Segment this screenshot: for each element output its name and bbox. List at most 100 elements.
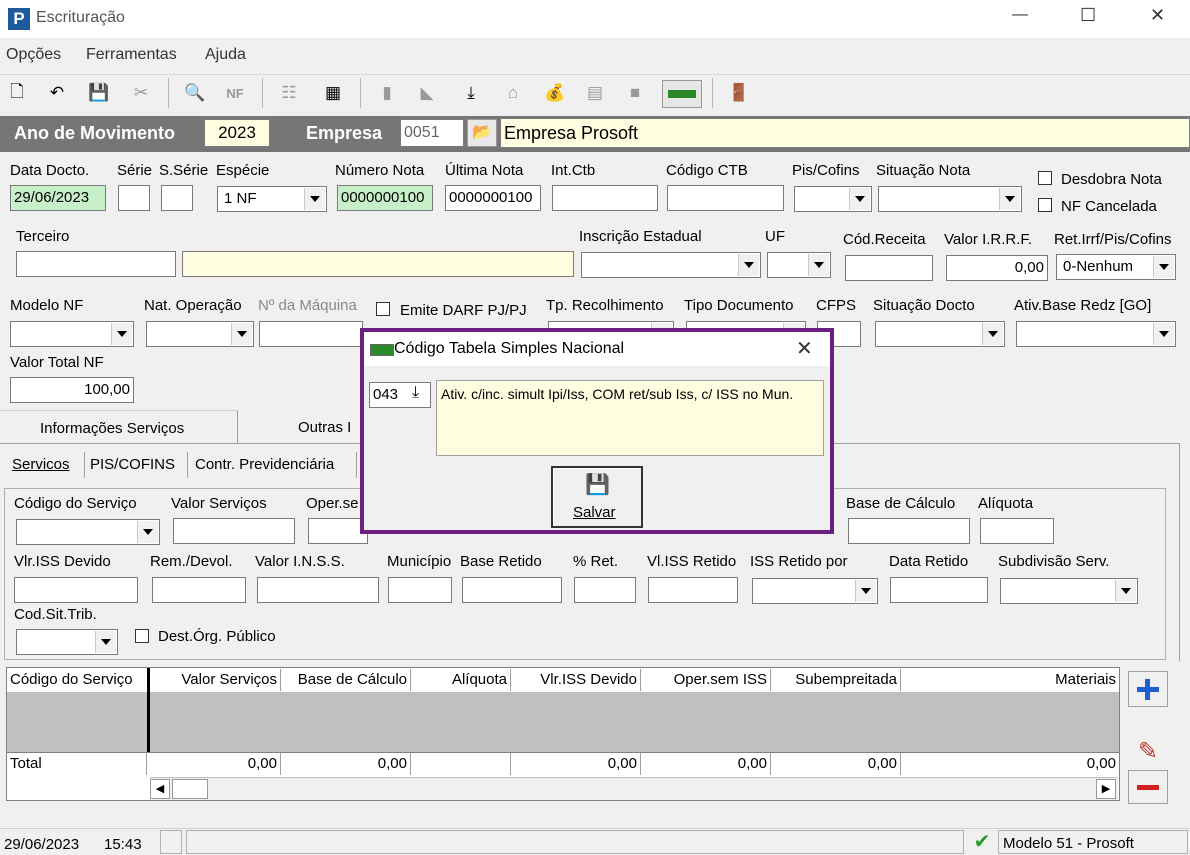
close-button[interactable]: ✕: [1150, 5, 1165, 26]
pis-cofins-select[interactable]: [794, 186, 872, 212]
int-ctb-field[interactable]: [552, 185, 658, 211]
uf-select[interactable]: [767, 252, 831, 278]
grid-col-vlr-iss-devido[interactable]: Vlr.ISS Devido: [511, 669, 641, 691]
grid-hscrollbar[interactable]: ◀ ▶: [150, 777, 1118, 800]
valor-inss-field[interactable]: [257, 577, 379, 603]
oper-sem-iss-field[interactable]: [308, 518, 368, 544]
chevron-down-icon[interactable]: [1153, 323, 1174, 345]
download-arrow-icon[interactable]: ⤓: [412, 384, 419, 402]
grid-col-base-calculo[interactable]: Base de Cálculo: [281, 669, 411, 691]
empresa-name-field[interactable]: Empresa Prosoft: [500, 118, 1190, 148]
doc2-icon[interactable]: ◣: [414, 78, 440, 108]
rem-devol-field[interactable]: [152, 577, 246, 603]
simples-icon[interactable]: [662, 80, 702, 108]
dialog-close-button[interactable]: ✕: [796, 336, 813, 361]
grid-icon[interactable]: ▤: [582, 78, 608, 108]
ano-field[interactable]: 2023: [204, 119, 270, 147]
nat-operacao-select[interactable]: [146, 321, 254, 347]
base-retido-field[interactable]: [462, 577, 562, 603]
chevron-down-icon[interactable]: [849, 188, 870, 210]
data-retido-field[interactable]: [890, 577, 988, 603]
house-icon[interactable]: ⌂: [500, 78, 526, 108]
subtab-contr-previdenciaria[interactable]: Contr. Previdenciária: [195, 456, 334, 473]
aliquota-field[interactable]: [980, 518, 1054, 544]
valor-servicos-field[interactable]: [173, 518, 295, 544]
calculator-icon[interactable]: ▦: [320, 78, 346, 108]
cod-receita-field[interactable]: [845, 255, 933, 281]
scroll-right-icon[interactable]: ▶: [1096, 779, 1116, 799]
grid-col-codigo-servico[interactable]: Código do Serviço: [7, 669, 149, 691]
save-icon[interactable]: 💾: [86, 78, 112, 108]
chevron-down-icon[interactable]: [95, 631, 116, 653]
remove-row-button[interactable]: [1128, 770, 1168, 804]
scroll-left-icon[interactable]: ◀: [150, 779, 170, 799]
dialog-code-field[interactable]: 043 ⤓: [369, 382, 431, 408]
numero-nota-field[interactable]: 0000000100: [337, 185, 433, 211]
subtab-servicos[interactable]: Servicos: [12, 456, 70, 473]
exit-icon[interactable]: 🚪: [726, 78, 752, 108]
chevron-down-icon[interactable]: [982, 323, 1003, 345]
inscricao-estadual-select[interactable]: [581, 252, 761, 278]
dest-org-publico-checkbox[interactable]: [135, 629, 149, 643]
menu-ferramentas[interactable]: Ferramentas: [86, 46, 177, 64]
situacao-docto-select[interactable]: [875, 321, 1005, 347]
menu-ajuda[interactable]: Ajuda: [205, 46, 246, 64]
modelo-nf-select[interactable]: [10, 321, 134, 347]
municipio-field[interactable]: [388, 577, 452, 603]
chevron-down-icon[interactable]: [808, 254, 829, 276]
chevron-down-icon[interactable]: [137, 521, 158, 543]
dialog-save-button[interactable]: 💾 Salvar: [551, 466, 643, 528]
empresa-code-field[interactable]: 0051: [400, 119, 464, 147]
base-calculo-field[interactable]: [848, 518, 970, 544]
grid-col-oper-sem-iss[interactable]: Oper.sem ISS: [641, 669, 771, 691]
sserie-field[interactable]: [161, 185, 193, 211]
new-doc-icon[interactable]: 🗋: [4, 78, 30, 108]
chevron-down-icon[interactable]: [999, 188, 1020, 210]
valor-irrf-field[interactable]: 0,00: [946, 255, 1048, 281]
terceiro-code-field[interactable]: [16, 251, 176, 277]
tree-icon[interactable]: ☷: [276, 78, 302, 108]
minimize-button[interactable]: —: [1012, 6, 1028, 24]
edit-row-button[interactable]: ✎: [1128, 736, 1168, 770]
valor-total-nf-field[interactable]: 100,00: [10, 377, 134, 403]
add-row-button[interactable]: [1128, 671, 1168, 707]
preview-icon[interactable]: 🔍: [182, 78, 208, 108]
menu-opcoes[interactable]: Opções: [6, 46, 61, 64]
pct-ret-field[interactable]: [574, 577, 636, 603]
chevron-down-icon[interactable]: [111, 323, 132, 345]
emite-darf-checkbox[interactable]: [376, 302, 390, 316]
chevron-down-icon[interactable]: [855, 580, 876, 602]
grid-col-subempreitada[interactable]: Subempreitada: [771, 669, 901, 691]
codigo-ctb-field[interactable]: [667, 185, 784, 211]
cod-sit-trib-select[interactable]: [16, 629, 118, 655]
subdivisao-serv-select[interactable]: [1000, 578, 1138, 604]
codigo-servico-select[interactable]: [16, 519, 160, 545]
num-maquina-field[interactable]: [259, 321, 363, 347]
vlr-iss-devido-field[interactable]: [14, 577, 138, 603]
grid-col-valor-servicos[interactable]: Valor Serviços: [149, 669, 281, 691]
subtab-pis-cofins[interactable]: PIS/COFINS: [90, 456, 175, 473]
especie-select[interactable]: 1 NF: [217, 186, 327, 212]
maximize-button[interactable]: ☐: [1080, 5, 1096, 26]
serie-field[interactable]: [118, 185, 150, 211]
ultima-nota-field[interactable]: 0000000100: [445, 185, 541, 211]
nf-cancelada-checkbox[interactable]: [1038, 198, 1052, 212]
doc-icon[interactable]: ▮: [374, 78, 400, 108]
ativ-base-redz-select[interactable]: [1016, 321, 1176, 347]
terceiro-name-field[interactable]: [182, 251, 574, 277]
situacao-nota-select[interactable]: [878, 186, 1022, 212]
scroll-thumb[interactable]: [172, 779, 208, 799]
data-docto-field[interactable]: 29/06/2023: [10, 185, 106, 211]
tab-informacoes-servicos[interactable]: Informações Serviços: [0, 410, 238, 444]
undo-icon[interactable]: ↶: [44, 78, 70, 108]
grid-col-materiais[interactable]: Materiais: [901, 669, 1119, 691]
nfe-icon[interactable]: NF: [222, 78, 248, 108]
chevron-down-icon[interactable]: [1115, 580, 1136, 602]
vl-iss-retido-field[interactable]: [648, 577, 738, 603]
chevron-down-icon[interactable]: [231, 323, 252, 345]
iss-retido-por-select[interactable]: [752, 578, 878, 604]
money-bag-icon[interactable]: 💰: [542, 78, 568, 108]
ret-irrf-select[interactable]: 0-Nenhum: [1056, 254, 1176, 280]
chevron-down-icon[interactable]: [1153, 256, 1174, 278]
chevron-down-icon[interactable]: [304, 188, 325, 210]
